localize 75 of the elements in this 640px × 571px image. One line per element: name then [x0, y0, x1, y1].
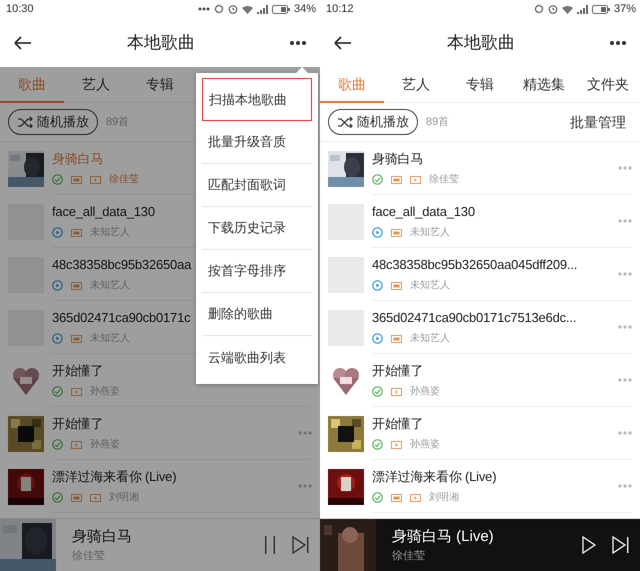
page-title: 本地歌曲 — [447, 32, 515, 54]
batch-manage-button[interactable]: 批量管理 — [564, 112, 632, 132]
artist-name: 孙燕姿 — [410, 438, 440, 452]
artist-name: 刘明湘 — [429, 490, 459, 506]
artist-name: 未知艺人 — [410, 278, 450, 294]
play-icon[interactable] — [582, 536, 596, 554]
artist-name: 刘明湘 — [109, 490, 139, 506]
signal-icon — [256, 4, 268, 14]
song-title: 365d02471ca90cb0171c7513e6dc... — [372, 308, 576, 327]
alarm-icon — [548, 4, 558, 14]
wifi-icon — [562, 4, 573, 14]
song-title: 开始懂了 — [372, 414, 424, 433]
artist-name: 未知艺人 — [410, 332, 450, 346]
tab[interactable]: 专辑 — [128, 67, 192, 103]
song-title: 48c38358bc95b32650aa045dff209... — [372, 256, 578, 274]
song-title: 开始懂了 — [52, 362, 104, 380]
song-title: face_all_data_130 — [52, 202, 155, 221]
menu-item[interactable]: 下载历史记录 — [202, 207, 312, 250]
song-title: 漂洋过海来看你 (Live) — [52, 468, 176, 486]
more-icon[interactable] — [610, 40, 626, 44]
song-title: face_all_data_130 — [372, 202, 475, 221]
menu-item[interactable]: 扫描本地歌曲 — [202, 78, 312, 121]
song-title: 开始懂了 — [52, 414, 104, 433]
battery-icon — [272, 4, 290, 14]
pause-icon[interactable] — [264, 536, 276, 554]
tab[interactable]: 精选集 — [512, 67, 576, 103]
song-title: 身骑白马 — [372, 150, 424, 168]
more-icon[interactable] — [290, 40, 306, 44]
shuffle-icon — [17, 116, 33, 128]
artist-name: 未知艺人 — [410, 226, 450, 240]
back-arrow-icon[interactable] — [334, 36, 352, 50]
artist-name: 孙燕姿 — [90, 384, 120, 400]
battery-percent: 34% — [294, 2, 316, 17]
artist-name: 未知艺人 — [90, 332, 130, 346]
next-icon[interactable] — [612, 536, 630, 554]
tab[interactable]: 艺人 — [384, 67, 448, 103]
song-title: 漂洋过海来看你 (Live) — [372, 468, 496, 486]
shuffle-button[interactable]: 随机播放 — [328, 109, 418, 135]
tab[interactable]: 专辑 — [448, 67, 512, 103]
player-song-title: 身骑白马 — [72, 526, 133, 546]
wifi-icon — [242, 4, 253, 14]
player-artist: 徐佳莹 — [72, 549, 106, 564]
menu-item[interactable]: 批量升级音质 — [202, 121, 312, 164]
song-title: 48c38358bc95b32650aa — [52, 256, 192, 274]
menu-item[interactable]: 云端歌曲列表 — [202, 336, 312, 379]
song-title: 开始懂了 — [372, 362, 424, 380]
song-title: 365d02471ca90cb0171c — [52, 308, 190, 327]
back-arrow-icon[interactable] — [14, 36, 32, 50]
song-title: 身骑白马 — [52, 150, 104, 168]
battery-icon — [592, 4, 610, 14]
shuffle-icon — [337, 116, 353, 128]
menu-item[interactable]: 按首字母排序 — [202, 250, 312, 293]
status-time: 10:30 — [6, 2, 34, 17]
menu-item[interactable]: 匹配封面歌词 — [202, 164, 312, 207]
artist-name: 孙燕姿 — [90, 438, 120, 452]
tab[interactable]: 文件夹 — [576, 67, 640, 103]
alarm-icon — [228, 4, 238, 14]
tab[interactable]: 艺人 — [64, 67, 128, 103]
song-count: 89首 — [106, 114, 130, 130]
sync-icon — [214, 4, 224, 14]
page-title: 本地歌曲 — [127, 32, 195, 54]
artist-name: 未知艺人 — [90, 278, 130, 294]
player-song-title: 身骑白马 (Live) — [392, 526, 495, 546]
battery-percent: 37% — [614, 2, 636, 17]
status-time: 10:12 — [326, 2, 354, 17]
song-count: 89首 — [426, 114, 450, 130]
artist-name: 徐佳莹 — [429, 172, 459, 188]
signal-icon — [576, 4, 588, 14]
shuffle-button[interactable]: 随机播放 — [8, 109, 98, 135]
player-artist: 徐佳莹 — [392, 549, 426, 564]
artist-name: 孙燕姿 — [410, 384, 440, 400]
sync-icon — [534, 4, 544, 14]
artist-name: 未知艺人 — [90, 226, 130, 240]
artist-name: 徐佳莹 — [109, 172, 139, 188]
menu-item[interactable]: 删除的歌曲 — [202, 293, 312, 336]
